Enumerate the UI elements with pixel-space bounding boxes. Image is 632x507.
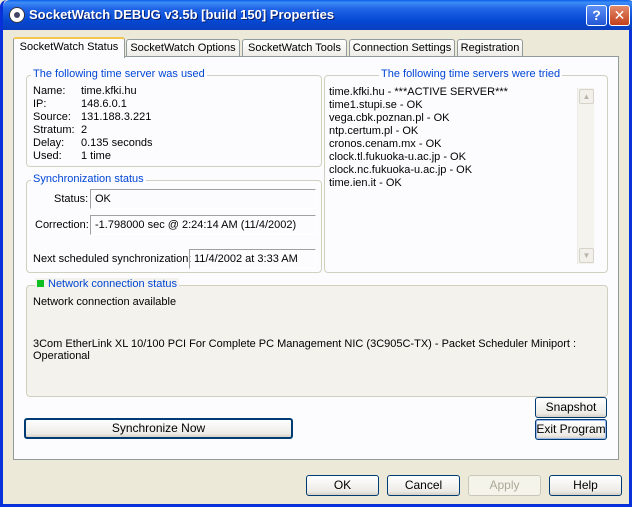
correction-value: -1.798000 sec @ 2:24:14 AM (11/4/2002)	[90, 215, 316, 235]
used-stratum-value: 2	[81, 124, 88, 136]
correction-label: Correction:	[35, 219, 89, 231]
list-item[interactable]: ntp.certum.pl - OK	[327, 125, 597, 138]
used-source-label: Source:	[33, 111, 71, 123]
ok-button[interactable]: OK	[306, 475, 379, 496]
used-name-value: time.kfki.hu	[81, 85, 137, 97]
cancel-button[interactable]: Cancel	[387, 475, 460, 496]
snapshot-button[interactable]: Snapshot	[535, 397, 607, 418]
title-bar[interactable]: SocketWatch DEBUG v3.5b [build 150] Prop…	[3, 0, 632, 30]
tab-connection-settings[interactable]: Connection Settings	[349, 39, 455, 57]
list-item[interactable]: time1.stupi.se - OK	[327, 99, 597, 112]
list-item[interactable]: vega.cbk.poznan.pl - OK	[327, 112, 597, 125]
close-icon[interactable]: ✕	[609, 5, 630, 26]
used-count-value: 1 time	[81, 150, 111, 162]
help-title-button[interactable]: ?	[586, 5, 607, 26]
used-ip-label: IP:	[33, 98, 47, 110]
used-count-label: Used:	[33, 150, 62, 162]
scroll-up-icon[interactable]: ▲	[579, 89, 594, 104]
sync-status-label: Status:	[54, 193, 89, 205]
list-item[interactable]: clock.tl.fukuoka-u.ac.jp - OK	[327, 151, 597, 164]
used-ip-value: 148.6.0.1	[81, 98, 127, 110]
used-stratum-label: Stratum:	[33, 124, 75, 136]
apply-button[interactable]: Apply	[468, 475, 541, 496]
next-sync-label: Next scheduled synchronization:	[33, 253, 192, 265]
app-icon	[9, 7, 25, 23]
used-delay-value: 0.135 seconds	[81, 137, 153, 149]
list-item[interactable]: clock.nc.fukuoka-u.ac.jp - OK	[327, 164, 597, 177]
network-status-title: Network connection status	[35, 278, 180, 290]
network-status-title-text: Network connection status	[48, 278, 178, 290]
window-title: SocketWatch DEBUG v3.5b [build 150] Prop…	[29, 7, 335, 22]
exit-program-button[interactable]: Exit Program	[535, 419, 607, 440]
tried-servers-list[interactable]: time.kfki.hu - ***ACTIVE SERVER*** time1…	[327, 86, 597, 266]
adapter-state-text: Operational	[33, 350, 90, 362]
tab-socketwatch-options[interactable]: SocketWatch Options	[126, 39, 240, 57]
sync-status-title: Synchronization status	[31, 173, 146, 185]
list-item[interactable]: cronos.cenam.mx - OK	[327, 138, 597, 151]
tab-socketwatch-status[interactable]: SocketWatch Status	[13, 37, 125, 58]
network-status-indicator	[37, 280, 44, 287]
next-sync-value: 11/4/2002 at 3:33 AM	[189, 249, 316, 269]
synchronize-now-button[interactable]: Synchronize Now	[24, 418, 293, 439]
network-available-text: Network connection available	[33, 296, 177, 308]
adapter-name-text: 3Com EtherLink XL 10/100 PCI For Complet…	[33, 338, 577, 350]
sync-status-value: OK	[90, 189, 316, 209]
used-name-label: Name:	[33, 85, 66, 97]
tried-servers-title: The following time servers were tried	[379, 68, 563, 80]
tried-servers-scrollbar[interactable]: ▲ ▼	[577, 88, 594, 264]
used-delay-label: Delay:	[33, 137, 65, 149]
used-source-value: 131.188.3.221	[81, 111, 152, 123]
scroll-down-icon[interactable]: ▼	[579, 248, 594, 263]
list-item[interactable]: time.ien.it - OK	[327, 177, 597, 190]
tab-socketwatch-tools[interactable]: SocketWatch Tools	[242, 39, 347, 57]
used-server-title: The following time server was used	[31, 68, 207, 80]
tab-registration[interactable]: Registration	[457, 39, 523, 57]
list-item[interactable]: time.kfki.hu - ***ACTIVE SERVER***	[327, 86, 597, 99]
help-button[interactable]: Help	[549, 475, 622, 496]
